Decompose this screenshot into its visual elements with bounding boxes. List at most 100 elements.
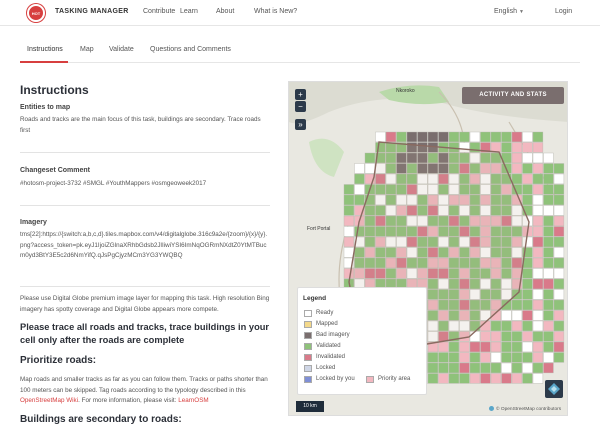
task-cell[interactable] [543, 299, 554, 311]
task-cell[interactable] [354, 173, 365, 185]
task-cell[interactable] [480, 341, 491, 353]
task-cell[interactable] [532, 320, 544, 332]
task-cell[interactable] [553, 257, 565, 269]
task-cell[interactable] [522, 320, 533, 332]
nav-whats-new[interactable]: What is New? [254, 8, 297, 15]
task-cell[interactable] [543, 341, 554, 353]
task-cell[interactable] [543, 205, 554, 216]
task-cell[interactable] [543, 257, 554, 269]
task-cell[interactable] [354, 194, 365, 206]
task-cell[interactable] [543, 278, 554, 290]
task-cell[interactable] [427, 373, 439, 384]
task-cell[interactable] [532, 215, 544, 227]
task-cell[interactable] [511, 173, 523, 185]
task-cell[interactable] [501, 341, 512, 353]
tab-map[interactable]: Map [80, 46, 94, 53]
tab-validate[interactable]: Validate [109, 46, 134, 53]
task-cell[interactable] [490, 373, 502, 384]
task-cell[interactable] [343, 236, 355, 248]
task-cell[interactable] [522, 341, 533, 353]
task-cell[interactable] [490, 331, 502, 342]
task-cell[interactable] [543, 310, 554, 321]
task-cell[interactable] [553, 299, 565, 311]
task-cell[interactable] [553, 194, 565, 206]
task-cell[interactable] [553, 352, 565, 363]
task-cell[interactable] [459, 131, 470, 143]
task-cell[interactable] [553, 310, 565, 321]
activity-stats-button[interactable]: ACTIVITY AND STATS [462, 87, 564, 104]
task-cell[interactable] [469, 131, 481, 143]
task-cell[interactable] [354, 184, 365, 195]
task-cell[interactable] [511, 142, 523, 153]
task-cell[interactable] [522, 268, 533, 279]
tab-instructions[interactable]: Instructions [27, 46, 63, 53]
task-cell[interactable] [532, 257, 544, 269]
task-cell[interactable] [522, 131, 533, 143]
task-cell[interactable] [522, 362, 533, 374]
nav-contribute[interactable]: Contribute [143, 8, 175, 15]
task-cell[interactable] [511, 299, 523, 311]
task-cell[interactable] [459, 352, 470, 363]
task-cell[interactable] [543, 362, 554, 374]
task-cell[interactable] [511, 310, 523, 321]
task-cell[interactable] [543, 152, 554, 164]
task-cell[interactable] [553, 163, 565, 174]
zoom-in-button[interactable]: + [295, 89, 306, 100]
task-cell[interactable] [532, 236, 544, 248]
task-cell[interactable] [511, 152, 523, 164]
map-attribution[interactable]: © OpenStreetMap contributors [489, 406, 561, 412]
zoom-out-button[interactable]: − [295, 101, 306, 112]
task-cell[interactable] [427, 131, 439, 143]
task-cell[interactable] [459, 362, 470, 374]
task-cell[interactable] [511, 163, 523, 174]
task-cell[interactable] [448, 131, 460, 143]
task-cell[interactable] [501, 320, 512, 332]
task-cell[interactable] [553, 278, 565, 290]
task-cell[interactable] [511, 362, 523, 374]
task-cell[interactable] [532, 289, 544, 300]
login-link[interactable]: Login [555, 8, 572, 15]
task-cell[interactable] [511, 352, 523, 363]
tab-questions-comments[interactable]: Questions and Comments [150, 46, 231, 53]
task-cell[interactable] [480, 373, 491, 384]
task-cell[interactable] [501, 131, 512, 143]
task-cell[interactable] [469, 341, 481, 353]
task-cell[interactable] [532, 331, 544, 342]
task-cell[interactable] [448, 352, 460, 363]
task-cell[interactable] [543, 173, 554, 185]
task-cell[interactable] [543, 352, 554, 363]
task-cell[interactable] [543, 247, 554, 258]
task-cell[interactable] [522, 163, 533, 174]
task-cell[interactable] [343, 184, 355, 195]
task-cell[interactable] [501, 331, 512, 342]
task-cell[interactable] [385, 131, 397, 143]
task-map[interactable]: + − » ACTIVITY AND STATS Nkoroko Fort Po… [288, 81, 568, 416]
task-cell[interactable] [343, 194, 355, 206]
nav-about[interactable]: About [216, 8, 234, 15]
task-cell[interactable] [532, 373, 544, 384]
task-cell[interactable] [532, 194, 544, 206]
task-cell[interactable] [343, 247, 355, 258]
task-cell[interactable] [490, 341, 502, 353]
task-cell[interactable] [469, 352, 481, 363]
task-cell[interactable] [406, 131, 418, 143]
task-cell[interactable] [438, 341, 449, 353]
task-cell[interactable] [532, 310, 544, 321]
task-cell[interactable] [553, 341, 565, 353]
task-cell[interactable] [417, 131, 428, 143]
task-cell[interactable] [501, 352, 512, 363]
task-cell[interactable] [543, 320, 554, 332]
task-cell[interactable] [438, 373, 449, 384]
layers-icon[interactable] [545, 380, 563, 398]
hot-logo-icon[interactable]: HOT [27, 4, 45, 22]
task-cell[interactable] [364, 152, 376, 164]
task-cell[interactable] [427, 362, 439, 374]
task-cell[interactable] [522, 299, 533, 311]
task-cell[interactable] [522, 310, 533, 321]
task-cell[interactable] [438, 352, 449, 363]
task-cell[interactable] [343, 205, 355, 216]
task-cell[interactable] [532, 278, 544, 290]
task-cell[interactable] [522, 331, 533, 342]
task-cell[interactable] [532, 152, 544, 164]
task-cell[interactable] [522, 173, 533, 185]
